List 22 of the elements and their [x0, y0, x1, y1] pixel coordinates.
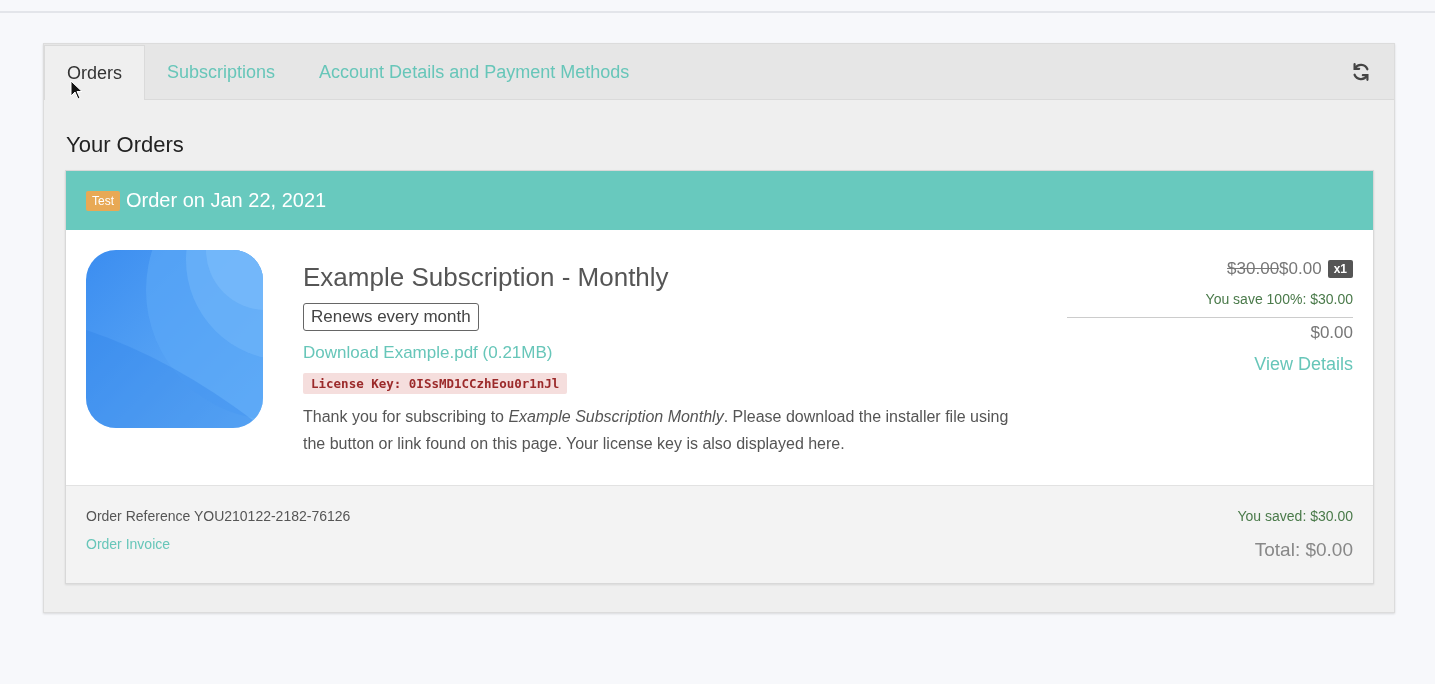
- price-text: $30.00$0.00: [1227, 259, 1322, 279]
- product-name: Example Subscription - Monthly: [303, 262, 670, 293]
- renewal-label: Renews every month: [303, 303, 479, 331]
- invoice-link[interactable]: Order Invoice: [86, 536, 171, 552]
- tab[interactable]: Account Details and Payment Methods: [297, 45, 652, 99]
- saved-text: You saved: $30.00: [1237, 508, 1353, 524]
- section-heading: Your Orders: [65, 131, 185, 159]
- cursor-icon: [70, 80, 82, 100]
- download-link[interactable]: Download Example.pdf (0.21MB): [303, 343, 553, 363]
- tab[interactable]: Subscriptions: [145, 45, 298, 99]
- tab[interactable]: Orders: [44, 45, 145, 100]
- view-details-link[interactable]: View Details: [1254, 354, 1353, 375]
- product-description: Thank you for subscribing to Example Subscription Monthly. Please download the installer file using the button or link found on this page. Your license key is also displayed here.: [303, 407, 1010, 454]
- savings-text: You save 100%: $30.00: [1205, 291, 1353, 307]
- test-badge: Test: [86, 190, 120, 211]
- subtotal: $0.00: [1309, 323, 1353, 343]
- order-title: Order on Jan 22, 2021: [126, 189, 327, 212]
- quantity-badge: x1: [1327, 260, 1353, 278]
- order-total: Total: $0.00: [1253, 539, 1353, 561]
- order-reference: Order Reference YOU210122-2182-76126: [86, 508, 351, 524]
- license-key: License Key: 0ISsMD1CCzhEou0r1nJl: [303, 373, 568, 394]
- refresh-icon[interactable]: [1350, 60, 1372, 83]
